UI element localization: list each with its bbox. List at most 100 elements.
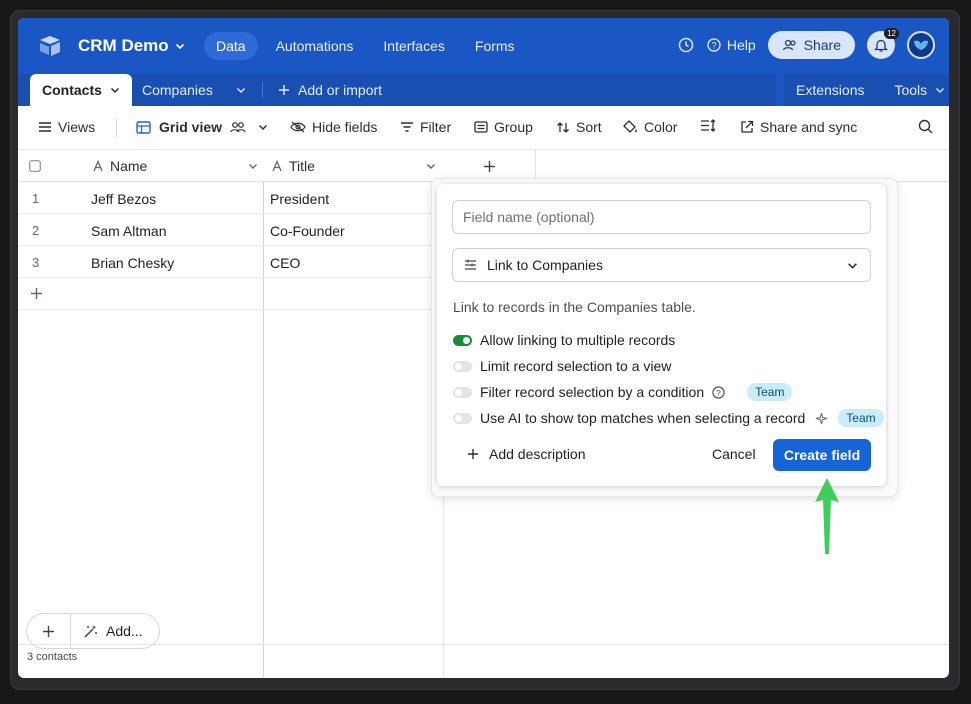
svg-text:?: ?	[716, 387, 721, 397]
base-logo-icon[interactable]	[38, 35, 62, 57]
plus-icon	[484, 160, 495, 172]
field-config-popup: Link to Companies Link to records in the…	[437, 184, 886, 486]
tab-contacts[interactable]: Contacts	[30, 74, 132, 106]
link-records-icon	[465, 259, 476, 270]
grid-icon	[136, 120, 151, 134]
chevron-down-icon	[237, 88, 245, 93]
option-label: Allow linking to multiple records	[480, 332, 676, 348]
question-icon: ?	[707, 38, 721, 52]
filter-button[interactable]: Filter	[400, 119, 451, 135]
views-button[interactable]: Views	[38, 119, 95, 135]
column-header-name[interactable]: Name	[92, 150, 258, 182]
footer-divider	[18, 644, 949, 645]
allow-multiple-toggle[interactable]	[453, 334, 472, 346]
option-filter-condition: Filter record selection by a condition ?…	[453, 382, 793, 402]
nav-data[interactable]: Data	[204, 32, 258, 60]
table-row[interactable]: 3 Brian Chesky CEO	[18, 246, 444, 278]
cancel-button[interactable]: Cancel	[712, 446, 756, 462]
bell-icon	[874, 39, 888, 52]
column-header-title[interactable]: Title	[271, 150, 436, 182]
toolbar-divider	[116, 119, 117, 137]
sort-label: Sort	[576, 119, 602, 135]
color-button[interactable]: Color	[623, 119, 677, 135]
search-button[interactable]	[918, 119, 933, 134]
eye-off-icon	[290, 121, 306, 133]
cell-name[interactable]: Jeff Bezos	[91, 191, 156, 207]
add-record-row[interactable]	[18, 278, 444, 310]
ai-matches-toggle[interactable]	[453, 412, 472, 424]
sort-icon	[557, 121, 569, 133]
extensions-button[interactable]: Extensions	[796, 82, 864, 98]
text-field-icon	[272, 160, 282, 172]
share-button[interactable]: Share	[767, 31, 855, 59]
group-button[interactable]: Group	[474, 119, 533, 135]
cell-name[interactable]: Brian Chesky	[91, 255, 174, 271]
chevron-down-icon	[427, 164, 435, 169]
add-record-button[interactable]	[27, 614, 71, 648]
add-with-ai-button[interactable]: Add...	[71, 623, 143, 639]
tabbar-right: Extensions Tools	[784, 74, 949, 106]
group-label: Group	[494, 119, 533, 135]
hide-fields-button[interactable]: Hide fields	[290, 119, 377, 135]
add-description-button[interactable]: Add description	[467, 446, 586, 462]
row-height-icon	[701, 119, 716, 132]
help-label: Help	[726, 37, 756, 53]
tools-button[interactable]: Tools	[894, 82, 945, 98]
chevron-down-icon	[249, 164, 257, 169]
tab-contacts-label: Contacts	[42, 82, 102, 98]
nav-automations[interactable]: Automations	[264, 32, 366, 60]
field-type-select[interactable]: Link to Companies	[452, 248, 871, 282]
tools-label: Tools	[894, 82, 928, 98]
grid-view-selector[interactable]: Grid view	[136, 119, 268, 135]
users-icon	[782, 39, 796, 51]
cell-title[interactable]: Co-Founder	[270, 223, 345, 239]
field-type-label: Link to Companies	[487, 257, 603, 273]
chevron-down-icon	[259, 125, 268, 130]
menu-icon	[39, 122, 51, 132]
plus-icon	[31, 288, 42, 299]
share-and-sync-label: Share and sync	[760, 119, 858, 135]
limit-view-toggle[interactable]	[453, 360, 472, 372]
cell-name[interactable]: Sam Altman	[91, 223, 166, 239]
sort-button[interactable]: Sort	[556, 119, 602, 135]
help-button[interactable]: ? Help	[707, 37, 756, 53]
option-label: Filter record selection by a condition	[480, 384, 705, 400]
top-nav: Data Automations Interfaces Forms	[204, 32, 527, 60]
nav-interfaces[interactable]: Interfaces	[371, 32, 456, 60]
plus-icon	[468, 449, 478, 459]
table-tabbar: Contacts Companies Add or import Extensi…	[18, 74, 949, 106]
create-field-button[interactable]: Create field	[773, 439, 871, 471]
filter-icon	[401, 122, 413, 132]
notifications-button[interactable]: 12	[867, 28, 899, 59]
column-header-title-label: Title	[289, 158, 315, 174]
history-icon[interactable]	[677, 36, 695, 54]
field-type-description: Link to records in the Companies table.	[453, 299, 696, 315]
filter-condition-toggle[interactable]	[453, 386, 472, 398]
table-row[interactable]: 2 Sam Altman Co-Founder	[18, 214, 444, 246]
magic-wand-icon	[84, 624, 97, 638]
select-all-checkbox[interactable]	[29, 150, 41, 182]
chevron-down-icon	[110, 88, 119, 93]
field-name-input[interactable]	[452, 200, 871, 234]
add-or-import-button[interactable]: Add or import	[278, 74, 382, 106]
row-height-button[interactable]	[700, 119, 716, 132]
table-row[interactable]: 1 Jeff Bezos President	[18, 182, 444, 214]
chevron-down-icon	[848, 262, 857, 269]
base-name-menu[interactable]: CRM Demo	[78, 36, 185, 56]
plus-icon	[279, 85, 289, 95]
help-circle-icon[interactable]: ?	[712, 385, 725, 399]
views-label: Views	[58, 119, 96, 135]
all-tables-menu[interactable]	[236, 74, 246, 106]
cell-title[interactable]: CEO	[270, 255, 300, 271]
team-plan-badge: Team	[747, 383, 793, 401]
row-number: 2	[32, 223, 40, 238]
user-avatar[interactable]	[907, 31, 935, 59]
share-and-sync-button[interactable]: Share and sync	[740, 119, 857, 135]
view-toolbar: Views Grid view Hide fields Filter Group…	[18, 106, 949, 150]
option-label: Use AI to show top matches when selectin…	[480, 410, 806, 426]
annotation-arrow-icon	[815, 478, 839, 554]
row-number: 1	[32, 191, 40, 206]
tab-companies[interactable]: Companies	[142, 74, 213, 106]
cell-title[interactable]: President	[270, 191, 329, 207]
nav-forms[interactable]: Forms	[463, 32, 527, 60]
